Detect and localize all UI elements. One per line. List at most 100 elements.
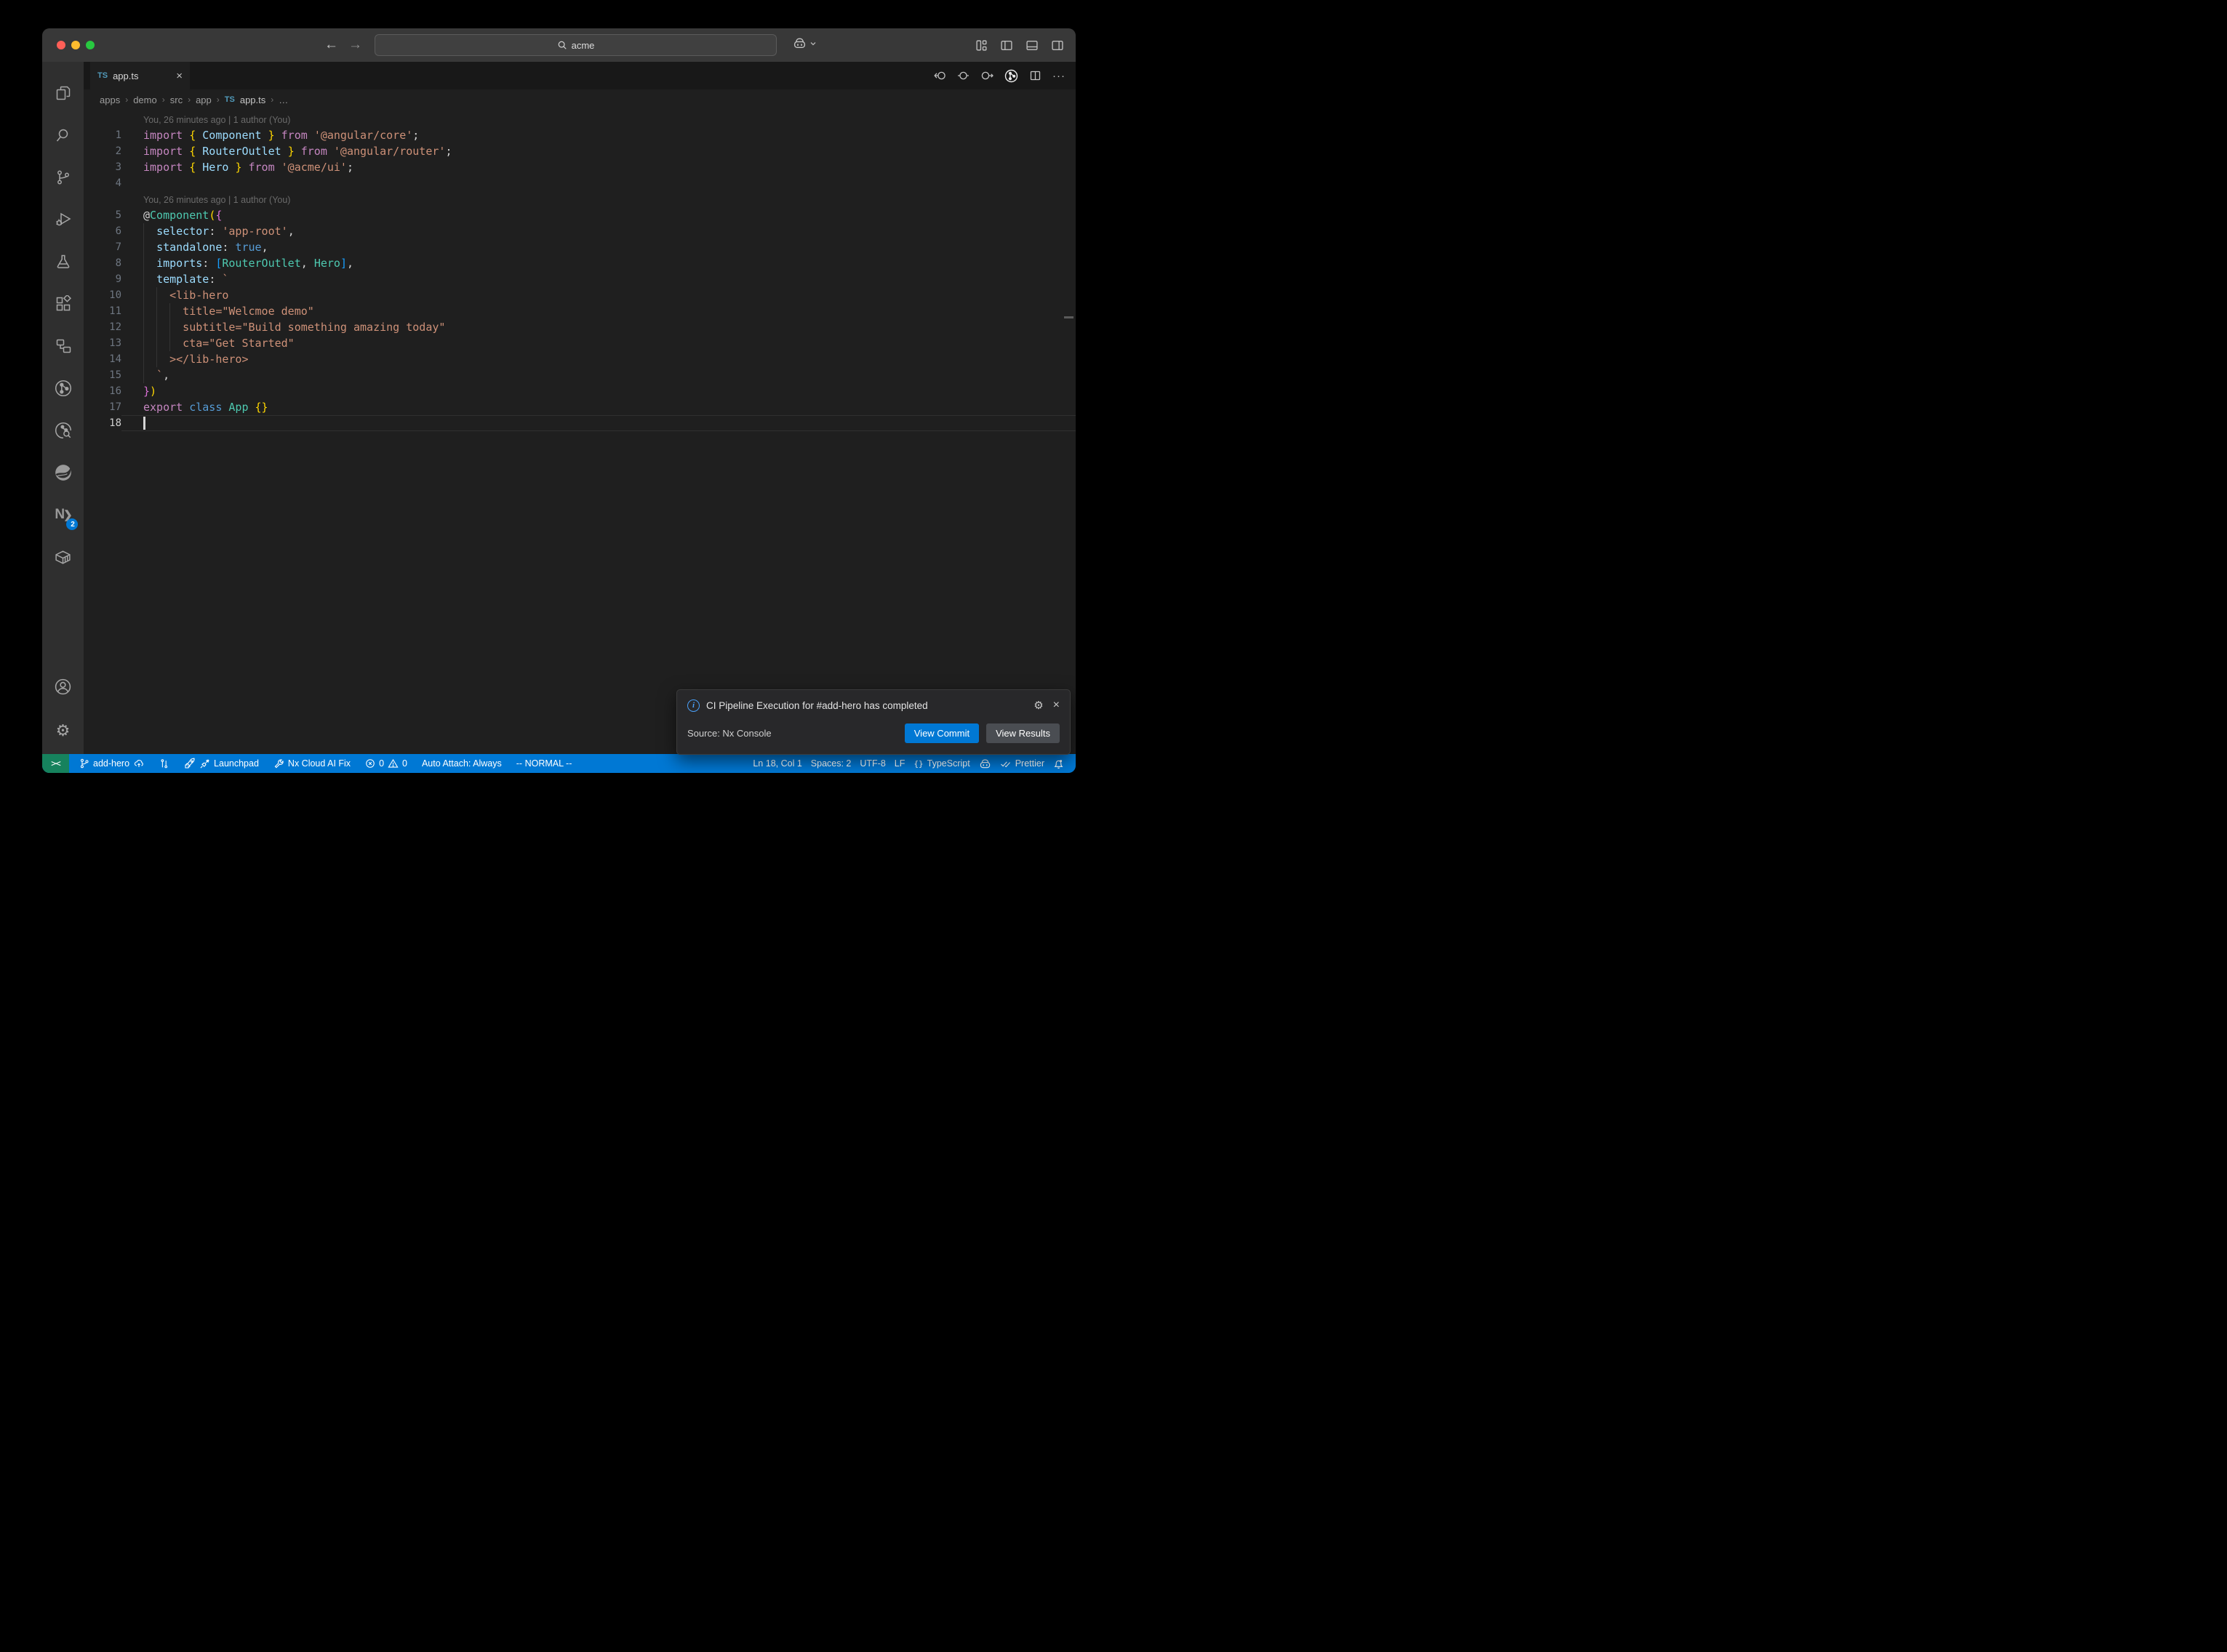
breadcrumb-item[interactable]: apps [100,95,120,105]
code-row[interactable]: 15 `, [84,367,1076,383]
braces-icon: {} [913,759,923,769]
code-row[interactable]: 14 ></lib-hero> [84,351,1076,367]
eol-status[interactable]: LF [890,758,910,769]
code-row[interactable]: 11 title="Welcmoe demo" [84,303,1076,319]
indentation-status[interactable]: Spaces: 2 [807,758,856,769]
run-icon[interactable] [957,70,969,81]
run-back-icon[interactable] [934,70,946,81]
containers-icon[interactable] [42,536,84,578]
nx-cloud-fix-button[interactable]: Nx Cloud AI Fix [269,758,355,769]
notifications-bell[interactable] [1049,758,1068,769]
tab-app-ts[interactable]: TS app.ts × [90,62,190,89]
line-number: 16 [84,383,121,399]
view-results-button[interactable]: View Results [986,723,1060,743]
double-check-icon [1000,759,1012,769]
copilot-status[interactable] [975,758,996,769]
navigate-back-icon[interactable]: ← [324,37,338,53]
zoom-window-button[interactable] [86,41,95,49]
accounts-icon[interactable] [42,665,84,707]
line-number: 5 [84,207,121,223]
breadcrumb-item[interactable]: src [170,95,183,105]
cursor-position-status[interactable]: Ln 18, Col 1 [748,758,806,769]
code-token: {} [255,401,268,414]
graph-search-icon[interactable] [42,409,84,452]
toggle-secondary-sidebar-icon[interactable] [1051,39,1064,52]
breadcrumb-item[interactable]: demo [133,95,157,105]
search-icon[interactable] [42,114,84,156]
minimize-window-button[interactable] [71,41,80,49]
close-tab-icon[interactable]: × [176,70,183,82]
git-branch-status[interactable]: add-hero [75,758,149,769]
code-row[interactable]: 9 template: ` [84,271,1076,287]
code-row[interactable]: 4 [84,175,1076,191]
code-token: , [347,257,353,270]
code-row[interactable]: 7 standalone: true, [84,239,1076,255]
blame-row[interactable]: You, 26 minutes ago | 1 author (You) [84,111,1076,127]
view-commit-button[interactable]: View Commit [905,723,979,743]
nx-graph-icon[interactable] [42,367,84,409]
code-row[interactable]: 17export class App {} [84,399,1076,415]
breadcrumb-symbol-ellipsis[interactable]: … [279,95,288,105]
code-row[interactable]: 12 subtitle="Build something amazing tod… [84,319,1076,335]
code-token: export [143,401,189,414]
toggle-panel-icon[interactable] [1025,39,1039,52]
typescript-file-icon: TS [97,71,108,80]
source-control-icon[interactable] [42,156,84,199]
nx-graph-circle-icon[interactable] [1004,69,1018,83]
problems-status[interactable]: 0 0 [361,758,412,769]
status-bar: >< add-hero [42,754,1076,773]
connected-boxes-icon[interactable] [42,325,84,367]
testing-icon[interactable] [42,241,84,283]
encoding-status[interactable]: UTF-8 [855,758,889,769]
run-and-debug-icon[interactable] [42,199,84,241]
code-row[interactable]: 2import { RouterOutlet } from '@angular/… [84,143,1076,159]
vim-mode-status[interactable]: -- NORMAL -- [512,758,577,769]
code-row[interactable]: 10 <lib-hero [84,287,1076,303]
code-row[interactable]: 13 cta="Get Started" [84,335,1076,351]
code-token: import [143,129,189,142]
line-number: 14 [84,351,121,367]
notification-settings-gear-icon[interactable]: ⚙ [1033,699,1043,712]
code-row[interactable]: 8 imports: [RouterOutlet, Hero], [84,255,1076,271]
close-window-button[interactable] [57,41,65,49]
code-token [143,241,156,254]
code-row[interactable]: 5@Component({ [84,207,1076,223]
code-editor[interactable]: You, 26 minutes ago | 1 author (You)1imp… [84,110,1076,754]
navigate-forward-icon[interactable]: → [348,37,362,53]
split-editor-icon[interactable] [1029,70,1041,81]
code-token [143,257,156,270]
command-center-search[interactable]: acme [375,34,777,56]
nx-console-icon[interactable]: N❯ 2 [42,494,84,536]
indentation-label: Spaces: 2 [811,758,852,769]
notification-close-icon[interactable]: × [1053,699,1060,712]
code-token: , [301,257,314,270]
auto-attach-status[interactable]: Auto Attach: Always [417,758,506,769]
extensions-icon[interactable] [42,283,84,325]
settings-gear-icon[interactable]: ⚙ [42,707,84,754]
error-count: 0 [379,758,384,769]
explorer-icon[interactable] [42,72,84,114]
remote-indicator[interactable]: >< [42,754,69,773]
code-row[interactable]: 18 [84,415,1076,431]
more-actions-icon[interactable]: ··· [1052,70,1065,82]
line-number: 6 [84,223,121,239]
breadcrumb-item[interactable]: app [196,95,212,105]
code-row[interactable]: 16}) [84,383,1076,399]
code-row[interactable]: 3import { Hero } from '@acme/ui'; [84,159,1076,175]
customize-layout-icon[interactable] [975,39,988,52]
blame-row[interactable]: You, 26 minutes ago | 1 author (You) [84,191,1076,207]
git-graph-button[interactable] [155,758,174,769]
prettier-status[interactable]: Prettier [996,758,1049,769]
swirl-logo-icon[interactable] [42,452,84,494]
toggle-primary-sidebar-icon[interactable] [1000,39,1013,52]
code-row[interactable]: 6 selector: 'app-root', [84,223,1076,239]
copilot-menu[interactable] [793,37,816,49]
breadcrumb-file[interactable]: app.ts [240,95,265,105]
language-mode-status[interactable]: {} TypeScript [909,758,974,769]
code-token: ` [143,369,163,382]
encoding-label: UTF-8 [860,758,885,769]
run-forward-icon[interactable] [980,70,993,81]
code-token: '@acme/ui' [281,161,347,174]
code-row[interactable]: 1import { Component } from '@angular/cor… [84,127,1076,143]
launchpad-button[interactable]: Launchpad [180,758,263,769]
